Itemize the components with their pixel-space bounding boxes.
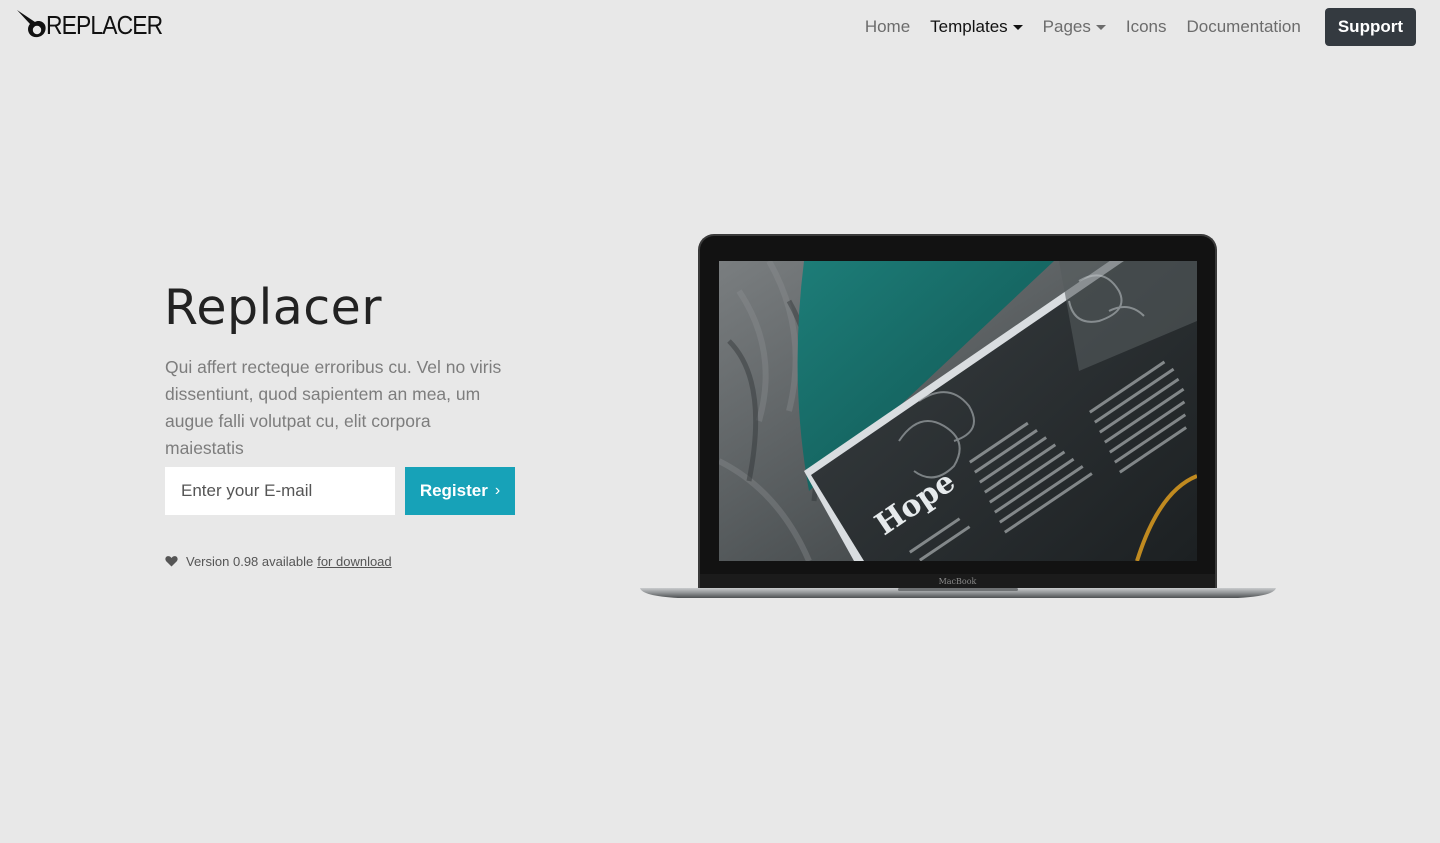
navbar: REPLACER Home Templates Pages Icons Docu…	[0, 0, 1440, 56]
laptop-model-label: MacBook	[938, 576, 977, 586]
nav-item-label: Templates	[930, 17, 1008, 36]
nav-item-home[interactable]: Home	[855, 8, 920, 46]
version-text: Version 0.98 available	[186, 553, 314, 569]
nav-item-label: Icons	[1125, 17, 1167, 36]
laptop-base	[640, 588, 1276, 598]
nav-item-pages[interactable]: Pages	[1033, 8, 1116, 46]
brand-name: REPLACER	[46, 10, 163, 40]
nav-item-documentation[interactable]: Documentation	[1177, 8, 1311, 46]
laptop-screen-image: Hope	[719, 261, 1197, 561]
hero-title: Replacer	[164, 279, 382, 336]
nav-item-icons[interactable]: Icons	[1116, 8, 1177, 46]
chevron-right-icon: ›	[494, 482, 501, 499]
version-notice: Version 0.98 available for download	[165, 552, 392, 570]
laptop-mockup: Hope MacBook	[638, 234, 1278, 604]
hero-description: Qui affert recteque erroribus cu. Vel no…	[165, 357, 502, 458]
nav-item-label: Pages	[1042, 17, 1091, 36]
register-button[interactable]: Register ›	[405, 467, 515, 515]
landing-page: REPLACER Home Templates Pages Icons Docu…	[0, 0, 1440, 843]
download-link[interactable]: for download	[317, 554, 391, 569]
nav-item-label: Documentation	[1186, 17, 1301, 36]
caret-down-icon	[1012, 24, 1023, 30]
brand-logo[interactable]: REPLACER	[16, 8, 178, 42]
caret-down-icon	[1095, 24, 1106, 30]
magazine-photo: Hope	[719, 261, 1197, 561]
register-button-label: Register	[419, 481, 488, 500]
nav-item-templates[interactable]: Templates	[920, 8, 1032, 46]
main-nav: Home Templates Pages Icons Documentation…	[855, 8, 1416, 46]
nav-item-label: Home	[864, 17, 911, 36]
heart-icon	[165, 556, 178, 567]
bird-logo-icon	[17, 10, 46, 38]
laptop-lid: Hope MacBook	[698, 234, 1217, 588]
email-input[interactable]	[165, 467, 395, 515]
support-button[interactable]: Support	[1324, 8, 1416, 46]
